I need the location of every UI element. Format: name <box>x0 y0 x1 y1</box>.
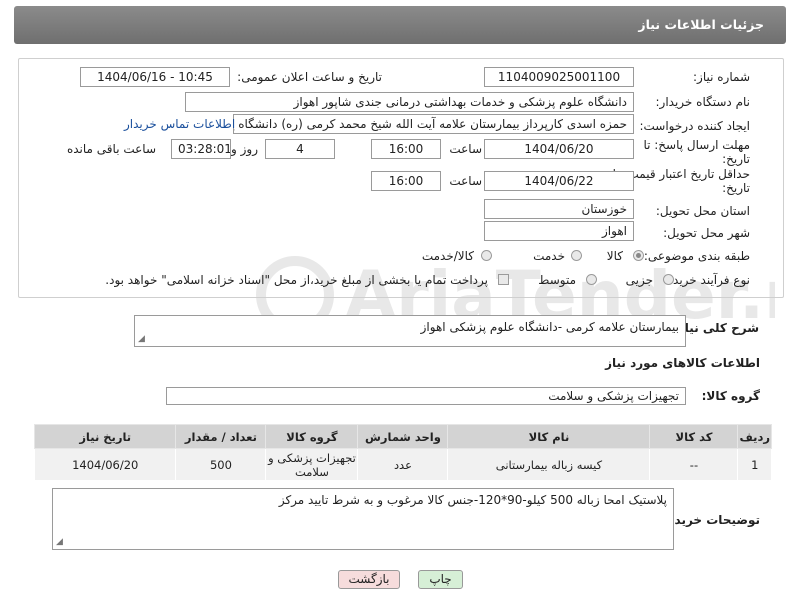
resize-grip-icon[interactable]: ◢ <box>138 334 145 344</box>
announce-field[interactable]: 1404/06/16 - 10:45 <box>80 67 230 87</box>
city-label: شهر محل تحویل: <box>663 226 750 240</box>
col-quantity: تعداد / مقدار <box>175 424 267 449</box>
remaining-field[interactable]: 03:28:01 <box>171 139 231 159</box>
remaining-label: ساعت باقی مانده <box>66 142 156 156</box>
process-minor-label: جزیی <box>625 273 653 287</box>
category-both-radio[interactable] <box>481 250 492 261</box>
goods-group-label: گروه کالا: <box>701 389 760 403</box>
city-field[interactable]: اهواز <box>484 221 634 241</box>
cell-quantity: 500 <box>175 448 267 481</box>
resize-grip-icon[interactable]: ◢ <box>56 537 63 547</box>
page-header: جزئیات اطلاعات نیاز <box>14 6 786 44</box>
category-label: طبقه بندی موضوعی: <box>643 249 750 263</box>
buyer-org-field[interactable]: دانشگاه علوم پزشکی و خدمات بهداشتی درمان… <box>185 92 634 112</box>
process-minor-radio[interactable] <box>663 274 674 285</box>
days-label: روز و <box>231 142 258 156</box>
province-field[interactable]: خوزستان <box>484 199 634 219</box>
cell-date: 1404/06/20 <box>33 448 177 481</box>
cell-row: 1 <box>737 448 772 481</box>
category-goods-label: کالا <box>606 249 623 263</box>
process-label: نوع فرآیند خرید : <box>665 273 750 287</box>
goods-group-field[interactable]: تجهیزات پزشکی و سلامت <box>166 387 686 405</box>
announce-label: تاریخ و ساعت اعلان عمومی: <box>237 70 382 84</box>
deadline-date-field[interactable]: 1404/06/20 <box>484 139 634 159</box>
process-medium-radio[interactable] <box>586 274 597 285</box>
category-goods-radio[interactable] <box>633 250 644 261</box>
category-service-radio[interactable] <box>571 250 582 261</box>
creator-field[interactable]: حمزه اسدی کارپرداز بیمارستان علامه آیت ا… <box>233 114 634 134</box>
buyer-org-label: نام دستگاه خریدار: <box>655 95 751 109</box>
province-label: استان محل تحویل: <box>655 204 750 218</box>
deadline-label: مهلت ارسال پاسخ: تا تاریخ: <box>643 138 750 166</box>
price-date-field[interactable]: 1404/06/22 <box>484 171 634 191</box>
col-name: نام کالا <box>447 424 651 449</box>
page-title: جزئیات اطلاعات نیاز <box>638 17 764 32</box>
col-row: ردیف <box>737 424 772 449</box>
col-date: تاریخ نیاز <box>33 424 177 449</box>
col-code: کد کالا <box>649 424 739 449</box>
treasury-payment-note: پرداخت تمام یا بخشی از مبلغ خرید،از محل … <box>105 273 488 287</box>
buyer-notes-field[interactable]: پلاستیک امحا زباله 500 کیلو-90*120-جنس ک… <box>52 488 674 550</box>
goods-table: ردیف کد کالا نام کالا واحد شمارش گروه کا… <box>33 424 772 481</box>
cell-code: -- <box>649 448 739 481</box>
price-time-label: ساعت <box>449 174 482 188</box>
creator-label: ایجاد کننده درخواست: <box>639 119 750 133</box>
days-field[interactable]: 4 <box>265 139 335 159</box>
contact-buyer-link[interactable]: اطلاعات تماس خریدار <box>124 117 235 131</box>
price-time-field[interactable]: 16:00 <box>371 171 441 191</box>
treasury-payment-checkbox[interactable] <box>498 274 509 285</box>
need-number-field[interactable]: 1104009025001100 <box>484 67 634 87</box>
goods-table-header: ردیف کد کالا نام کالا واحد شمارش گروه کا… <box>33 424 772 449</box>
back-button[interactable]: بازگشت <box>338 570 400 589</box>
col-group: گروه کالا <box>265 424 359 449</box>
col-unit: واحد شمارش <box>357 424 449 449</box>
category-both-label: کالا/خدمت <box>421 249 474 263</box>
cell-name: کیسه زباله بیمارستانی <box>447 448 651 481</box>
category-service-label: خدمت <box>533 249 565 263</box>
deadline-time-label: ساعت <box>449 142 482 156</box>
process-medium-label: متوسط <box>538 273 576 287</box>
cell-unit: عدد <box>357 448 449 481</box>
goods-section-title: اطلاعات کالاهای مورد نیاز <box>605 356 760 370</box>
table-row: 1 -- کیسه زباله بیمارستانی عدد تجهیزات پ… <box>33 448 772 481</box>
description-field[interactable]: بیمارستان علامه کرمی -دانشگاه علوم پزشکی… <box>134 315 686 347</box>
cell-group: تجهیزات پزشکی و سلامت <box>265 448 359 481</box>
deadline-time-field[interactable]: 16:00 <box>371 139 441 159</box>
print-button[interactable]: چاپ <box>418 570 463 589</box>
description-text: بیمارستان علامه کرمی -دانشگاه علوم پزشکی… <box>420 320 679 334</box>
need-number-label: شماره نیاز: <box>693 70 750 84</box>
buyer-notes-text: پلاستیک امحا زباله 500 کیلو-90*120-جنس ک… <box>278 493 667 507</box>
